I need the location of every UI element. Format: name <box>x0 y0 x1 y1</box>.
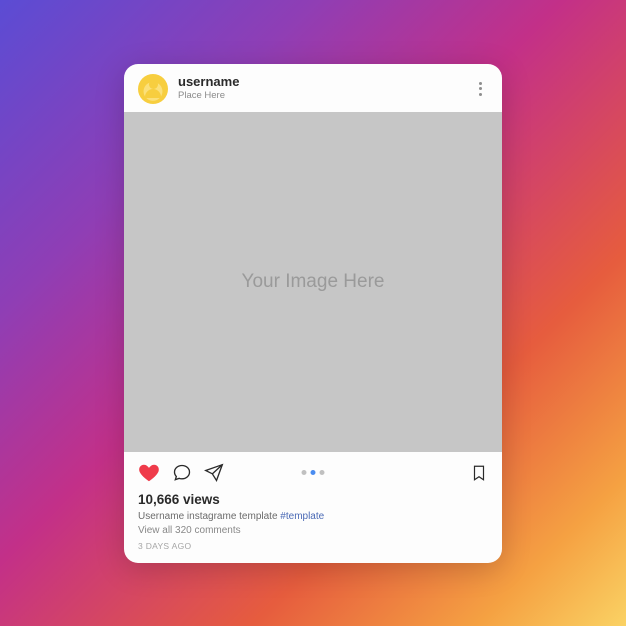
avatar[interactable] <box>138 74 168 104</box>
user-block: username Place Here <box>178 75 472 101</box>
image-placeholder-text: Your Image Here <box>242 271 385 293</box>
post-header: username Place Here <box>124 64 502 112</box>
hashtag[interactable]: #template <box>280 511 324 522</box>
more-options-icon[interactable] <box>472 82 488 96</box>
carousel-dots[interactable] <box>302 470 325 475</box>
caption-text: Username instagrame template <box>138 511 280 522</box>
timestamp: 3 DAYS AGO <box>138 541 488 551</box>
post-image[interactable]: Your Image Here <box>124 112 502 452</box>
action-bar <box>124 452 502 490</box>
post-card: username Place Here Your Image Here <box>124 64 502 563</box>
view-comments-link[interactable]: View all 320 comments <box>138 525 488 536</box>
share-icon[interactable] <box>204 463 224 483</box>
caption: Username instagrame template #template <box>138 511 488 522</box>
view-count: 10,666 views <box>138 492 488 507</box>
comment-icon[interactable] <box>172 463 192 483</box>
username[interactable]: username <box>178 75 472 90</box>
like-icon[interactable] <box>138 462 160 484</box>
actions-left <box>138 462 224 484</box>
location[interactable]: Place Here <box>178 90 472 101</box>
post-meta: 10,666 views Username instagrame templat… <box>124 490 502 563</box>
bookmark-icon[interactable] <box>470 463 488 483</box>
